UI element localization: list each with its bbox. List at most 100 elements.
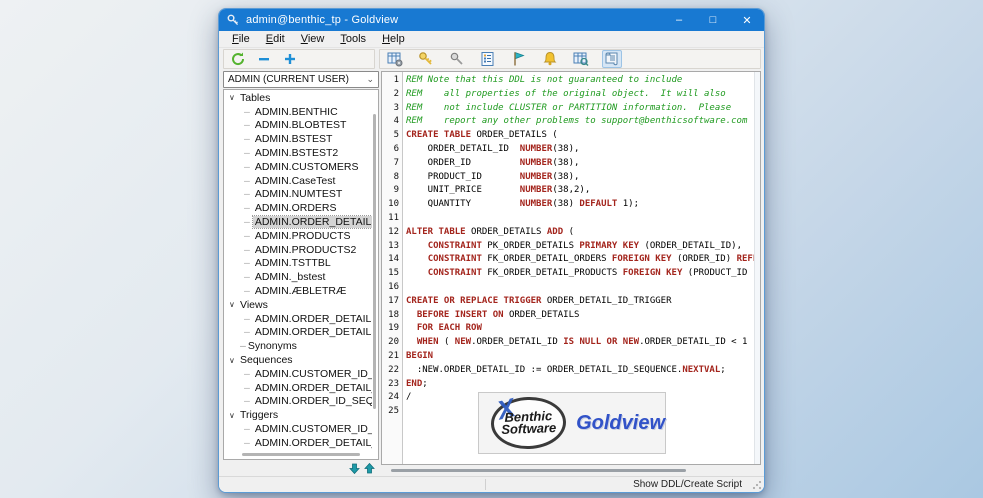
tree-item[interactable]: –ADMIN.BLOBTEST	[226, 119, 372, 133]
code-editor[interactable]: 1234567891011121314151617181920212223242…	[381, 71, 761, 465]
tree-item[interactable]: –ADMIN.ORDERS	[226, 201, 372, 215]
goldview-window: admin@benthic_tp - Goldview – □ ✕ FileEd…	[218, 8, 765, 493]
tree-item[interactable]: –ADMIN.BSTEST2	[226, 146, 372, 160]
code-line: :NEW.ORDER_DETAIL_ID := ORDER_DETAIL_ID_…	[406, 364, 760, 378]
tree-item[interactable]: –ADMIN.CUSTOMER_ID_TRIG	[226, 422, 372, 436]
tree-item[interactable]: –ADMIN.ORDER_DETAILS	[226, 215, 372, 229]
tree-item[interactable]: –ADMIN.CaseTest	[226, 174, 372, 188]
tree-item[interactable]: –ADMIN.TSTTBL	[226, 257, 372, 271]
tree-item[interactable]: –ADMIN.BENTHIC	[226, 105, 372, 119]
expand-chevron-icon[interactable]: ∨	[229, 300, 238, 309]
menu-help[interactable]: Help	[375, 32, 412, 46]
code-line: END;	[406, 378, 760, 392]
code-line: PRODUCT_ID NUMBER(38),	[406, 171, 760, 185]
code-line: REM all properties of the original objec…	[406, 88, 760, 102]
table-options-icon[interactable]	[385, 50, 405, 68]
code-line: ALTER TABLE ORDER_DETAILS ADD (	[406, 226, 760, 240]
benthic-logo: X Benthic Software Goldview	[478, 392, 666, 454]
code-line	[406, 212, 760, 226]
minimize-button[interactable]: –	[662, 9, 696, 31]
code-line	[406, 281, 760, 295]
tree-item[interactable]: –ADMIN.ÆBLETRÆ	[226, 284, 372, 298]
tree-item[interactable]: –ADMIN.PRODUCTS2	[226, 243, 372, 257]
object-browser: ADMIN (CURRENT USER) ⌄ ∨Tables–ADMIN.BEN…	[223, 71, 379, 476]
statusbar-divider	[485, 479, 486, 490]
code-line: WHEN ( NEW.ORDER_DETAIL_ID IS NULL OR NE…	[406, 336, 760, 350]
title-bar[interactable]: admin@benthic_tp - Goldview – □ ✕	[219, 9, 764, 31]
code-line: CONSTRAINT PK_ORDER_DETAILS PRIMARY KEY …	[406, 240, 760, 254]
code-line: CREATE TABLE ORDER_DETAILS (	[406, 129, 760, 143]
menu-tools[interactable]: Tools	[333, 32, 373, 46]
flag-icon[interactable]	[509, 50, 529, 68]
code-line: ORDER_DETAIL_ID NUMBER(38),	[406, 143, 760, 157]
expand-chevron-icon[interactable]: ∨	[229, 411, 238, 420]
move-up-icon[interactable]	[364, 463, 375, 474]
code-line: QUANTITY NUMBER(38) DEFAULT 1);	[406, 198, 760, 212]
expand-chevron-icon[interactable]: ∨	[229, 356, 238, 365]
chevron-down-icon: ⌄	[366, 74, 374, 85]
code-line: FOR EACH ROW	[406, 322, 760, 336]
code-line: CONSTRAINT FK_ORDER_DETAIL_PRODUCTS FORE…	[406, 267, 760, 281]
code-line: REM Note that this DDL is not guaranteed…	[406, 74, 760, 88]
maximize-button[interactable]: □	[696, 9, 730, 31]
main-area: ADMIN (CURRENT USER) ⌄ ∨Tables–ADMIN.BEN…	[219, 71, 764, 476]
tree-item[interactable]: –ADMIN._bstest	[226, 270, 372, 284]
menu-file[interactable]: File	[225, 32, 257, 46]
menu-view[interactable]: View	[294, 32, 332, 46]
key-gray-icon[interactable]	[447, 50, 467, 68]
tree-vertical-scrollbar[interactable]	[373, 92, 377, 449]
code-line: REM report any other problems to support…	[406, 115, 760, 129]
status-message: Show DDL/Create Script	[633, 479, 742, 490]
key-gold-icon[interactable]	[416, 50, 436, 68]
tree-section-sequences[interactable]: ∨Sequences	[226, 353, 372, 367]
code-line: REM not include CLUSTER or PARTITION inf…	[406, 102, 760, 116]
tree-item[interactable]: –ADMIN.CUSTOMERS	[226, 160, 372, 174]
editor-vertical-scrollbar[interactable]	[754, 72, 760, 464]
editor-horizontal-scrollbar[interactable]	[391, 469, 686, 472]
tree-nav-strip	[223, 460, 379, 476]
tree-horizontal-scrollbar[interactable]	[242, 453, 360, 456]
code-line: CREATE OR REPLACE TRIGGER ORDER_DETAIL_I…	[406, 295, 760, 309]
schema-selector[interactable]: ADMIN (CURRENT USER) ⌄	[223, 71, 379, 88]
move-down-icon[interactable]	[349, 463, 360, 474]
script-icon[interactable]	[602, 50, 622, 68]
menu-edit[interactable]: Edit	[259, 32, 292, 46]
code-line: UNIT_PRICE NUMBER(38,2),	[406, 184, 760, 198]
app-key-icon	[227, 14, 240, 27]
code-line: ORDER_ID NUMBER(38),	[406, 157, 760, 171]
code-line: BEFORE INSERT ON ORDER_DETAILS	[406, 309, 760, 323]
resize-grip-icon[interactable]	[752, 480, 762, 490]
line-number-gutter: 1234567891011121314151617181920212223242…	[382, 72, 403, 464]
tree-item[interactable]: –ADMIN.ORDER_DETAIL_ID_T	[226, 436, 372, 450]
toolbar	[219, 48, 764, 71]
tree-item[interactable]: –ADMIN.ORDER_DETAILS_VIE	[226, 312, 372, 326]
tree-item[interactable]: –ADMIN.ORDER_DETAILS_VIE	[226, 326, 372, 340]
tree-section-triggers[interactable]: ∨Triggers	[226, 408, 372, 422]
window-title: admin@benthic_tp - Goldview	[246, 14, 662, 26]
tree-section-synonyms[interactable]: –Synonyms	[226, 339, 372, 353]
tree-item[interactable]: –ADMIN.ORDER_DETAIL_ID_S	[226, 381, 372, 395]
desktop-background: admin@benthic_tp - Goldview – □ ✕ FileEd…	[0, 0, 983, 498]
status-bar: Show DDL/Create Script	[219, 476, 764, 492]
tree-section-views[interactable]: ∨Views	[226, 298, 372, 312]
tree-item[interactable]: –ADMIN.ORDER_ID_SEQUEN	[226, 395, 372, 409]
add-icon[interactable]	[280, 50, 300, 68]
tree-item[interactable]: –ADMIN.NUMTEST	[226, 188, 372, 202]
schema-selector-value: ADMIN (CURRENT USER)	[228, 74, 349, 85]
expand-chevron-icon[interactable]: ∨	[229, 93, 238, 102]
object-tree: ∨Tables–ADMIN.BENTHIC–ADMIN.BLOBTEST–ADM…	[226, 91, 372, 451]
close-button[interactable]: ✕	[730, 9, 764, 31]
tree-item[interactable]: –ADMIN.CUSTOMER_ID_SEQ	[226, 367, 372, 381]
bell-icon[interactable]	[540, 50, 560, 68]
ddl-viewer: 1234567891011121314151617181920212223242…	[381, 71, 761, 476]
table-search-icon[interactable]	[571, 50, 591, 68]
logo-text-goldview: Goldview	[576, 412, 665, 435]
list-icon[interactable]	[478, 50, 498, 68]
tree-item[interactable]: –ADMIN.PRODUCTS	[226, 229, 372, 243]
benthic-logo-oval: X Benthic Software	[490, 396, 567, 451]
remove-icon[interactable]	[254, 50, 274, 68]
code-line: CONSTRAINT FK_ORDER_DETAIL_ORDERS FOREIG…	[406, 253, 760, 267]
refresh-icon[interactable]	[228, 50, 248, 68]
tree-section-tables[interactable]: ∨Tables	[226, 91, 372, 105]
tree-item[interactable]: –ADMIN.BSTEST	[226, 132, 372, 146]
